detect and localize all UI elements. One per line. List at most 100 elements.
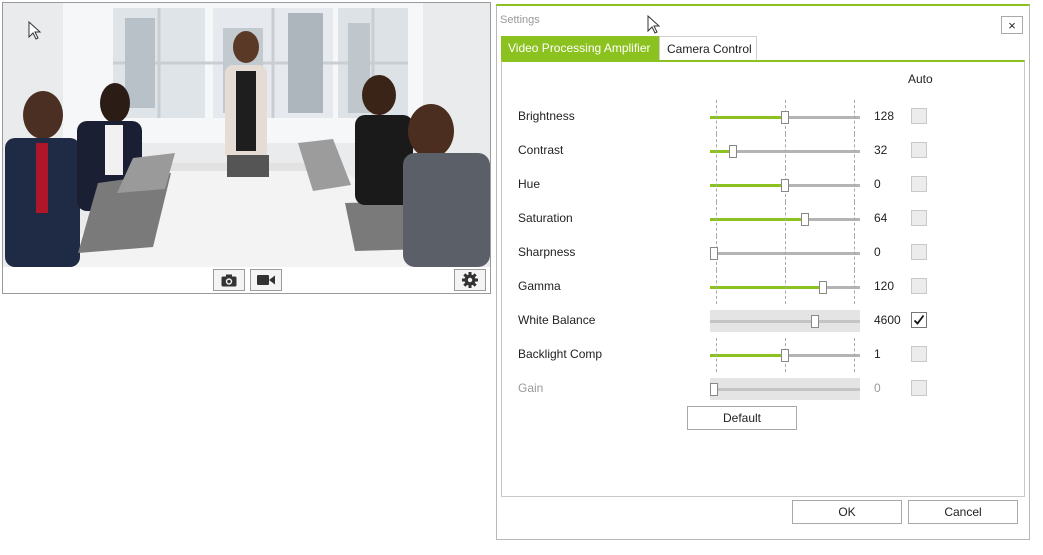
auto-column-header: Auto <box>908 72 933 86</box>
slider-tick <box>785 134 786 168</box>
property-label: Brightness <box>518 109 575 123</box>
slider-fill <box>710 184 785 187</box>
slider-thumb[interactable] <box>801 213 809 226</box>
mouse-cursor-icon <box>647 15 661 34</box>
property-label: Gain <box>518 381 544 395</box>
dialog-title: Settings <box>500 14 540 26</box>
camera-icon <box>221 274 237 286</box>
slider-tick <box>854 338 855 372</box>
auto-checkbox[interactable] <box>911 142 927 158</box>
property-value: 0 <box>874 245 881 259</box>
camera-preview-window <box>2 2 491 294</box>
slider-tick <box>854 270 855 304</box>
property-slider[interactable] <box>710 270 860 304</box>
slider-thumb[interactable] <box>781 349 789 362</box>
slider-fill <box>710 218 805 221</box>
meeting-room-image <box>3 3 490 267</box>
slider-tick <box>854 168 855 202</box>
slider-tick <box>716 202 717 236</box>
slider-thumb <box>710 383 718 396</box>
auto-checkbox[interactable] <box>911 210 927 226</box>
auto-checkbox[interactable] <box>911 108 927 124</box>
property-label: Sharpness <box>518 245 576 259</box>
property-slider <box>710 310 860 332</box>
slider-tick <box>785 270 786 304</box>
slider-fill <box>710 116 785 119</box>
slider-tick <box>716 134 717 168</box>
property-slider[interactable] <box>710 134 860 168</box>
property-label: Backlight Comp <box>518 347 603 361</box>
auto-checkbox[interactable] <box>911 312 927 328</box>
auto-checkbox[interactable] <box>911 278 927 294</box>
property-value: 120 <box>874 279 895 293</box>
slider-tick <box>716 270 717 304</box>
property-row: Hue 0 <box>502 168 1022 202</box>
property-slider[interactable] <box>710 338 860 372</box>
slider-track <box>710 388 860 391</box>
ok-button[interactable]: OK <box>792 500 902 524</box>
record-video-button[interactable] <box>250 269 282 291</box>
property-slider[interactable] <box>710 100 860 134</box>
auto-checkbox[interactable] <box>911 244 927 260</box>
camera-toolbar <box>3 267 490 293</box>
property-label: White Balance <box>518 313 596 327</box>
default-button[interactable]: Default <box>687 406 797 430</box>
slider-tick <box>716 338 717 372</box>
cancel-button[interactable]: Cancel <box>908 500 1018 524</box>
slider-track <box>710 320 860 323</box>
property-value: 64 <box>874 211 888 225</box>
property-row: Gamma 120 <box>502 270 1022 304</box>
camera-settings-button[interactable] <box>454 269 486 291</box>
slider-fill <box>710 286 823 289</box>
slider-tick <box>854 202 855 236</box>
property-label: Saturation <box>518 211 573 225</box>
slider-tick <box>716 100 717 134</box>
property-row: Backlight Comp 1 <box>502 338 1022 372</box>
property-slider[interactable] <box>710 168 860 202</box>
slider-tick <box>716 168 717 202</box>
property-value: 0 <box>874 381 881 395</box>
slider-tick <box>785 202 786 236</box>
slider-thumb[interactable] <box>819 281 827 294</box>
slider-thumb[interactable] <box>729 145 737 158</box>
tab-video-processing-amplifier[interactable]: Video Processing Amplifier <box>501 36 659 60</box>
property-slider[interactable] <box>710 236 860 270</box>
gear-icon <box>462 272 478 288</box>
mouse-cursor-icon <box>28 21 42 40</box>
property-label: Hue <box>518 177 541 191</box>
slider-tick <box>785 236 786 270</box>
property-slider <box>710 378 860 400</box>
settings-dialog: Settings × Video Processing Amplifier Ca… <box>496 4 1030 540</box>
property-value: 32 <box>874 143 888 157</box>
close-icon: × <box>1008 17 1016 33</box>
snapshot-button[interactable] <box>213 269 245 291</box>
checkmark-icon <box>913 314 925 325</box>
property-row: Sharpness 0 <box>502 236 1022 270</box>
video-amp-panel: Auto Brightness 128 Contrast 32 Hue 0 Saturati… <box>501 60 1025 497</box>
property-value: 0 <box>874 177 881 191</box>
video-feed <box>3 3 490 267</box>
property-label: Contrast <box>518 143 564 157</box>
property-value: 128 <box>874 109 895 123</box>
property-value: 4600 <box>874 313 901 327</box>
slider-tick <box>854 134 855 168</box>
slider-tick <box>854 100 855 134</box>
property-row: Brightness 128 <box>502 100 1022 134</box>
property-label: Gamma <box>518 279 561 293</box>
property-row: Contrast 32 <box>502 134 1022 168</box>
property-value: 1 <box>874 347 881 361</box>
auto-checkbox[interactable] <box>911 176 927 192</box>
slider-thumb[interactable] <box>781 179 789 192</box>
tab-camera-control[interactable]: Camera Control <box>659 36 757 60</box>
close-button[interactable]: × <box>1001 16 1023 34</box>
auto-checkbox[interactable] <box>911 346 927 362</box>
slider-fill <box>710 354 785 357</box>
auto-checkbox[interactable] <box>911 380 927 396</box>
property-row: White Balance 4600 <box>502 310 1022 332</box>
property-slider[interactable] <box>710 202 860 236</box>
slider-thumb[interactable] <box>710 247 718 260</box>
video-camera-icon <box>257 275 275 285</box>
property-row: Saturation 64 <box>502 202 1022 236</box>
slider-thumb[interactable] <box>781 111 789 124</box>
property-row: Gain 0 <box>502 378 1022 400</box>
